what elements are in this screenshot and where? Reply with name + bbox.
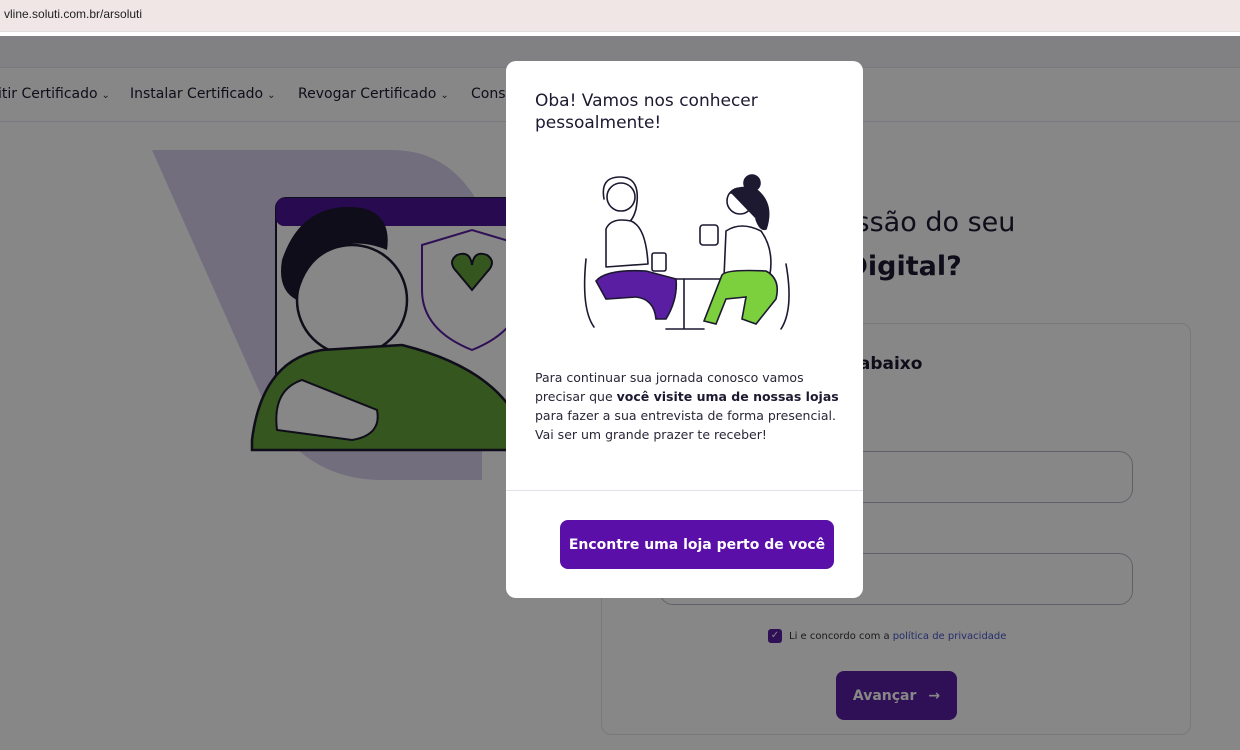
- browser-url-bar[interactable]: vline.soluti.com.br/arsoluti: [0, 0, 1240, 32]
- left-woman-pants: [595, 269, 678, 320]
- url-text[interactable]: vline.soluti.com.br/arsoluti: [4, 7, 142, 21]
- right-woman-cup: [699, 224, 719, 246]
- right-chair: [780, 263, 790, 330]
- find-store-button[interactable]: Encontre uma loja perto de você: [560, 520, 834, 569]
- right-woman-torso: [723, 225, 772, 278]
- left-woman-torso: [605, 219, 649, 268]
- left-chair: [583, 258, 595, 328]
- find-store-button-label: Encontre uma loja perto de você: [568, 536, 826, 553]
- modal-text-continuation: para fazer a sua entrevista de forma pre…: [535, 408, 836, 423]
- modal-divider: [506, 490, 863, 491]
- left-woman-head: [606, 182, 636, 212]
- modal-text-closing: Vai ser um grande prazer te receber!: [535, 427, 767, 442]
- modal-title: Oba! Vamos nos conhecer pessoalmente!: [535, 91, 758, 133]
- left-woman-cup: [651, 252, 667, 272]
- two-women-illustration: [583, 174, 790, 330]
- store-visit-modal: Oba! Vamos nos conhecer pessoalmente! Pa…: [506, 61, 863, 598]
- modal-text-emphasis: você visite uma de nossas lojas: [616, 389, 839, 404]
- modal-message: Para continuar sua jornada conosco vamos…: [535, 368, 845, 444]
